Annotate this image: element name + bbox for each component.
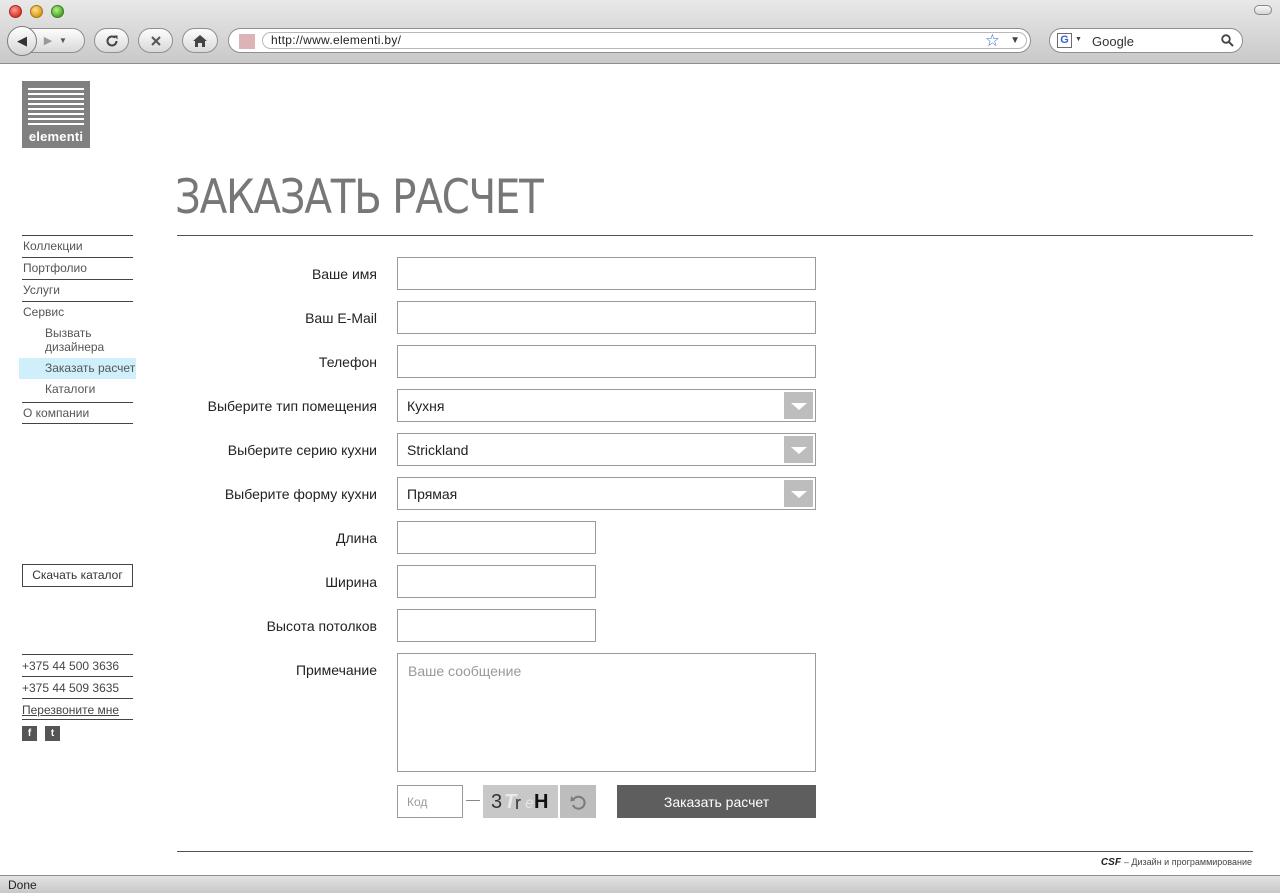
favicon-icon (239, 34, 255, 49)
kitchen-shape-value: Прямая (407, 486, 458, 502)
room-type-value: Кухня (407, 398, 445, 414)
sidebar-subitem-catalogs[interactable]: Каталоги (22, 379, 133, 402)
email-label: Ваш E-Mail (305, 310, 377, 326)
back-arrow-icon: ◀ (17, 32, 27, 48)
title-divider (177, 235, 1253, 236)
room-type-select[interactable]: Кухня (397, 389, 816, 422)
sidebar-item-portfolio[interactable]: Портфолио (22, 257, 133, 279)
url-text[interactable]: http://www.elementi.by/ (271, 33, 401, 48)
developer-logo[interactable]: CSF (1101, 857, 1121, 868)
ceiling-height-label: Высота потолков (266, 618, 377, 634)
status-bar: Done (0, 875, 1280, 893)
sidebar-nav: Коллекции Портфолио Услуги Сервис Вызват… (19, 235, 136, 424)
footer-divider (177, 851, 1253, 852)
minimize-window-button[interactable] (30, 5, 43, 18)
google-engine-icon[interactable]: G (1057, 33, 1072, 48)
captcha-dash (466, 800, 480, 801)
close-window-button[interactable] (9, 5, 22, 18)
address-bar[interactable]: http://www.elementi.by/ ☆ ▼ (228, 28, 1031, 53)
sidebar-item-service[interactable]: Сервис (22, 301, 133, 323)
sidebar-subitem-call-designer[interactable]: Вызвать дизайнера (22, 323, 133, 358)
room-type-label: Выберите тип помещения (207, 398, 377, 414)
submit-order-button[interactable]: Заказать расчет (617, 785, 816, 818)
home-icon (193, 34, 207, 47)
captcha-image: 3 T r e H (483, 785, 558, 818)
footer-credits: CSF – Дизайн и программирование (1101, 857, 1252, 868)
zoom-window-button[interactable] (51, 5, 64, 18)
social-links: f t (22, 726, 60, 741)
width-label: Ширина (325, 574, 377, 590)
kitchen-series-value: Strickland (407, 442, 469, 458)
kitchen-shape-label: Выберите форму кухни (224, 486, 377, 502)
phone-label: Телефон (318, 354, 377, 370)
sidebar-item-services[interactable]: Услуги (22, 279, 133, 301)
toolbar-toggle-button[interactable] (1254, 5, 1272, 15)
refresh-icon (570, 795, 586, 810)
captcha-refresh-button[interactable] (560, 785, 596, 818)
home-button[interactable] (182, 28, 218, 53)
forward-button[interactable]: ▶ (37, 34, 59, 47)
phone-number-2: +375 44 509 3635 (22, 676, 133, 698)
history-dropdown-button[interactable]: ▼ (59, 36, 71, 45)
chevron-down-icon[interactable] (784, 436, 813, 463)
stop-icon (150, 35, 161, 46)
site-logo[interactable]: elementi (22, 81, 90, 148)
page-title: ЗАКАЗАТЬ РАСЧЕТ (175, 170, 544, 225)
download-catalog-button[interactable]: Скачать каталог (22, 564, 133, 587)
search-placeholder[interactable]: Google (1092, 34, 1134, 49)
status-text: Done (8, 878, 37, 892)
chevron-down-icon[interactable] (784, 480, 813, 507)
search-icon[interactable] (1221, 34, 1234, 47)
contacts-block: +375 44 500 3636 +375 44 509 3635 Перезв… (22, 654, 133, 720)
sidebar-item-collections[interactable]: Коллекции (22, 235, 133, 257)
back-forward-group: ◀ ▶ ▼ (7, 25, 85, 56)
sidebar-item-about[interactable]: О компании (22, 402, 133, 424)
captcha-code-input[interactable] (397, 785, 463, 818)
browser-toolbar: ◀ ▶ ▼ http://www.elementi.by/ ☆ ▼ G ▼ Go… (0, 0, 1280, 64)
width-input[interactable] (397, 565, 596, 598)
email-input[interactable] (397, 301, 816, 334)
reload-icon (106, 34, 117, 46)
bookmark-star-icon[interactable]: ☆ (985, 31, 1000, 50)
sidebar-subitem-order-calculation[interactable]: Заказать расчет (19, 358, 136, 379)
length-label: Длина (336, 530, 377, 546)
logo-text: elementi (28, 129, 84, 144)
kitchen-shape-select[interactable]: Прямая (397, 477, 816, 510)
credits-text: – Дизайн и программирование (1123, 857, 1252, 867)
name-label: Ваше имя (311, 266, 377, 282)
engine-chevron-icon[interactable]: ▼ (1075, 36, 1082, 43)
stop-button[interactable] (138, 28, 173, 53)
name-input[interactable] (397, 257, 816, 290)
note-label: Примечание (295, 662, 377, 678)
kitchen-series-label: Выберите серию кухни (227, 442, 377, 458)
kitchen-series-select[interactable]: Strickland (397, 433, 816, 466)
length-input[interactable] (397, 521, 596, 554)
reload-button[interactable] (94, 28, 129, 53)
forward-arrow-icon: ▶ (43, 35, 53, 47)
note-textarea[interactable] (397, 653, 816, 772)
url-history-dropdown-icon[interactable]: ▼ (1010, 35, 1020, 46)
back-button[interactable]: ◀ (7, 25, 37, 56)
chevron-down-icon[interactable] (784, 392, 813, 419)
search-field[interactable]: G ▼ Google (1049, 28, 1243, 53)
chevron-down-icon: ▼ (59, 36, 67, 45)
callback-link[interactable]: Перезвоните мне (22, 703, 119, 717)
phone-input[interactable] (397, 345, 816, 378)
ceiling-height-input[interactable] (397, 609, 596, 642)
facebook-icon[interactable]: f (22, 726, 37, 741)
phone-number-1: +375 44 500 3636 (22, 654, 133, 676)
twitter-icon[interactable]: t (45, 726, 60, 741)
